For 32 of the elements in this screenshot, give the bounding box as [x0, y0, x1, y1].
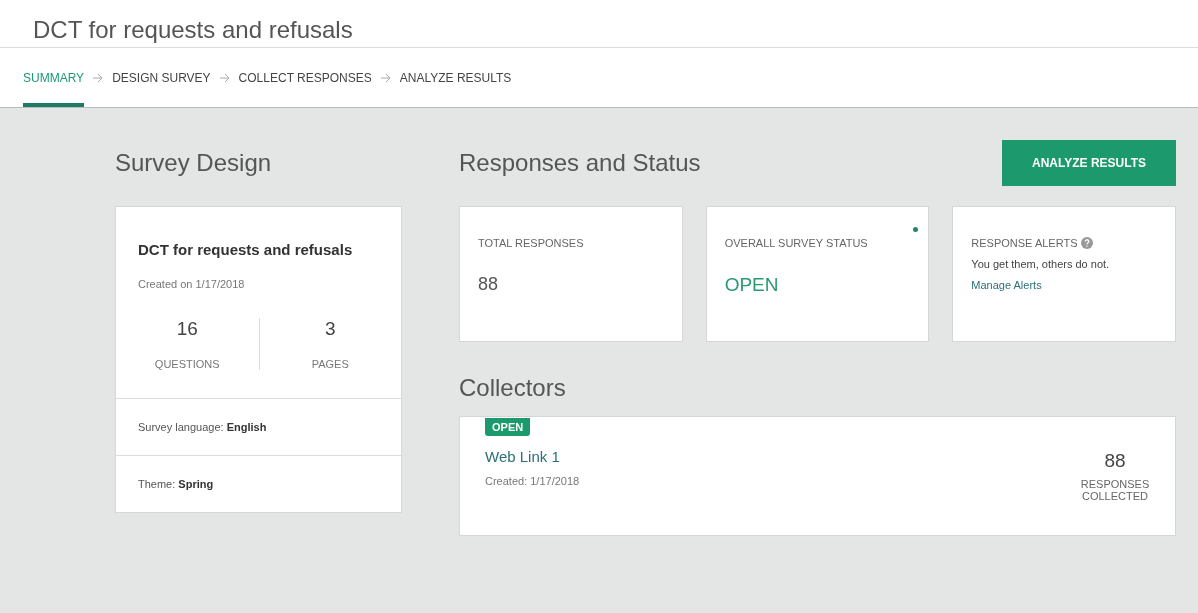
- survey-detail: Survey language: English: [116, 398, 401, 455]
- help-icon[interactable]: [1080, 237, 1093, 249]
- card-label: TOTAL RESPONSES: [478, 237, 584, 249]
- section-heading: Survey Design: [115, 149, 272, 177]
- stat-label: PAGES: [311, 358, 349, 370]
- stat-value: 16: [176, 318, 198, 340]
- created-date: Created: 1/17/2018: [485, 474, 580, 487]
- arrow-icon: [92, 72, 105, 83]
- tab[interactable]: DESIGN SURVEY: [112, 48, 211, 107]
- survey-detail: Theme: Spring: [116, 455, 401, 512]
- tab[interactable]: ANALYZE RESULTS: [399, 48, 512, 107]
- survey-name: DCT for requests and refusals: [137, 240, 354, 258]
- manage-alerts-link[interactable]: Manage Alerts: [971, 279, 1042, 291]
- arrow-icon: [218, 72, 231, 83]
- card-value: OPEN: [724, 274, 780, 296]
- response-count: 88: [1104, 450, 1126, 472]
- card-label: OVERALL SURVEY STATUS: [724, 237, 868, 249]
- stat-value: 3: [324, 318, 336, 340]
- tab[interactable]: COLLECT RESPONSES: [238, 48, 372, 107]
- analyze-results-button[interactable]: ANALYZE RESULTS: [1002, 140, 1176, 186]
- count-label: RESPONSES COLLECTED: [1080, 478, 1150, 502]
- arrow-icon: [379, 72, 392, 83]
- card-label: RESPONSE ALERTS: [971, 237, 1078, 249]
- card-value: 88: [478, 274, 500, 295]
- created-date: Created on 1/17/2018: [137, 277, 246, 290]
- collector-link[interactable]: Web Link 1: [485, 448, 580, 465]
- stat-label: QUESTIONS: [154, 358, 220, 370]
- section-heading: Collectors: [459, 374, 567, 402]
- alerts-text: You get them, others do not.: [971, 258, 1111, 270]
- status-badge: OPEN: [485, 418, 531, 436]
- page-title: DCT for requests and refusals: [0, 0, 1198, 48]
- section-heading: Responses and Status: [459, 149, 701, 177]
